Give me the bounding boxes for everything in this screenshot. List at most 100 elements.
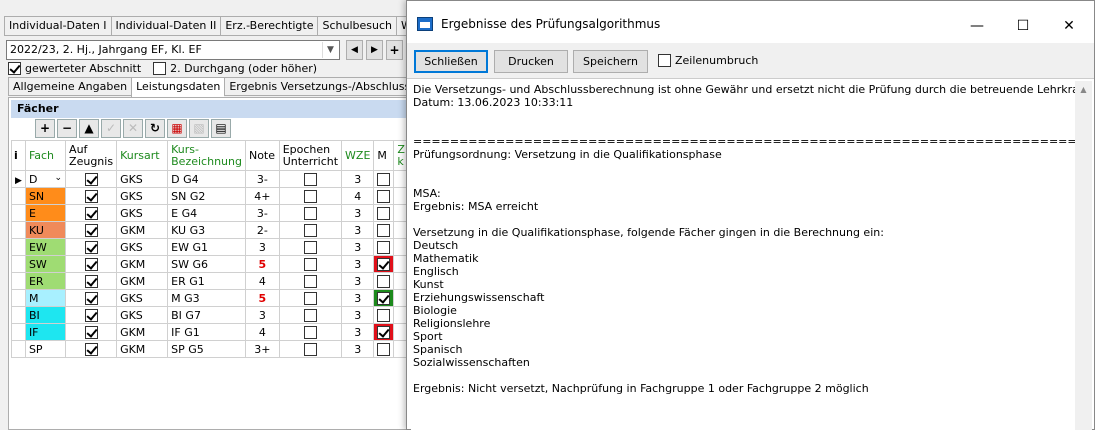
confirm-button[interactable]: ✓: [101, 119, 121, 138]
cell-fach[interactable]: SP: [24, 340, 67, 358]
table-row[interactable]: KU GKM KU G3 2- 3: [11, 221, 409, 239]
m-checkbox[interactable]: [377, 291, 391, 305]
zeugnis-checkbox[interactable]: [84, 274, 98, 288]
gewerteter-abschnitt-checkbox[interactable]: [8, 62, 21, 75]
cell-fach[interactable]: ER: [24, 272, 67, 290]
row-indicator[interactable]: [11, 204, 26, 222]
cell-fach[interactable]: SN: [24, 187, 67, 205]
cell-epochen[interactable]: [278, 323, 343, 341]
zeugnis-checkbox[interactable]: [84, 223, 98, 237]
header-kursbezeichnung[interactable]: Kurs-Bezeichnung: [167, 140, 246, 171]
delete-row-button[interactable]: −: [57, 119, 77, 138]
header-fach[interactable]: Fach: [24, 140, 67, 171]
line-wrap-option[interactable]: Zeilenumbruch: [658, 54, 758, 67]
cell-fach[interactable]: EW: [24, 238, 67, 256]
minimize-icon[interactable]: —: [954, 11, 1000, 41]
epochen-checkbox[interactable]: [303, 274, 317, 288]
epochen-checkbox[interactable]: [303, 257, 317, 271]
scroll-up-icon[interactable]: ▲: [1075, 83, 1092, 97]
row-indicator[interactable]: [11, 306, 26, 324]
cell-note[interactable]: 5: [244, 289, 280, 307]
cell-fach[interactable]: M: [24, 289, 67, 307]
cell-zeugnis[interactable]: [65, 255, 118, 273]
zweiter-durchgang-option[interactable]: 2. Durchgang (oder höher): [153, 62, 317, 75]
zeugnis-checkbox[interactable]: [84, 206, 98, 220]
cell-m[interactable]: [373, 204, 395, 222]
cell-epochen[interactable]: [278, 170, 343, 188]
row-indicator[interactable]: [11, 289, 26, 307]
table-row[interactable]: SP GKM SP G5 3+ 3: [11, 340, 409, 358]
row-indicator[interactable]: [11, 187, 26, 205]
next-period-button[interactable]: ▶: [366, 40, 383, 60]
cell-kursart[interactable]: GKS: [116, 306, 169, 324]
cell-m[interactable]: [373, 170, 395, 188]
cell-m[interactable]: [373, 238, 395, 256]
cell-wze[interactable]: 3: [341, 204, 375, 222]
cell-m[interactable]: [373, 255, 395, 273]
cell-kursbezeichnung[interactable]: M G3: [167, 289, 246, 307]
print-button[interactable]: Drucken: [494, 50, 568, 73]
cell-kursbezeichnung[interactable]: E G4: [167, 204, 246, 222]
table-row[interactable]: BI GKS BI G7 3 3: [11, 306, 409, 324]
cell-kursart[interactable]: GKS: [116, 187, 169, 205]
table-row[interactable]: ▶ D ⌄ GKS D G4 3- 3: [11, 170, 409, 188]
tab-ergebnis-versetzung[interactable]: Ergebnis Versetzungs-/Abschluss-Berechnu…: [224, 77, 410, 96]
cell-note[interactable]: 4: [244, 323, 280, 341]
epochen-checkbox[interactable]: [303, 206, 317, 220]
maximize-icon[interactable]: ☐: [1000, 11, 1046, 41]
zeugnis-checkbox[interactable]: [84, 342, 98, 356]
cell-zeugnis[interactable]: [65, 289, 118, 307]
table-row[interactable]: M GKS M G3 5 3: [11, 289, 409, 307]
cell-wze[interactable]: 3: [341, 221, 375, 239]
cell-epochen[interactable]: [278, 272, 343, 290]
epochen-checkbox[interactable]: [303, 240, 317, 254]
cell-m[interactable]: [373, 323, 395, 341]
table-row[interactable]: E GKS E G4 3- 3: [11, 204, 409, 222]
m-checkbox[interactable]: [377, 189, 391, 203]
row-indicator[interactable]: [11, 238, 26, 256]
cell-zeugnis[interactable]: [65, 306, 118, 324]
cell-wze[interactable]: 3: [341, 272, 375, 290]
cell-zeugnis[interactable]: [65, 323, 118, 341]
epochen-checkbox[interactable]: [303, 342, 317, 356]
copy-icon[interactable]: ▧: [189, 119, 209, 138]
zeugnis-checkbox[interactable]: [84, 240, 98, 254]
zeugnis-checkbox[interactable]: [84, 308, 98, 322]
previous-period-button[interactable]: ◀: [346, 40, 363, 60]
cell-fach[interactable]: D ⌄: [24, 170, 67, 188]
cell-kursart[interactable]: GKS: [116, 289, 169, 307]
header-kursart[interactable]: Kursart: [116, 140, 169, 171]
cell-kursbezeichnung[interactable]: ER G1: [167, 272, 246, 290]
m-checkbox[interactable]: [377, 257, 391, 271]
notes-icon[interactable]: ▤: [211, 119, 231, 138]
cell-kursart[interactable]: GKM: [116, 323, 169, 341]
cell-m[interactable]: [373, 306, 395, 324]
result-output-text[interactable]: Die Versetzungs- und Abschlussberechnung…: [411, 81, 1077, 430]
cell-zeugnis[interactable]: [65, 272, 118, 290]
cell-m[interactable]: [373, 289, 395, 307]
epochen-checkbox[interactable]: [303, 325, 317, 339]
report-icon[interactable]: ▦: [167, 119, 187, 138]
zeugnis-checkbox[interactable]: [84, 189, 98, 203]
zeugnis-checkbox[interactable]: [84, 291, 98, 305]
row-indicator[interactable]: ▶: [11, 170, 26, 188]
cell-wze[interactable]: 3: [341, 340, 375, 358]
cell-fach[interactable]: E: [24, 204, 67, 222]
row-indicator[interactable]: [11, 255, 26, 273]
cell-wze[interactable]: 3: [341, 255, 375, 273]
zweiter-durchgang-checkbox[interactable]: [153, 62, 167, 75]
cell-kursbezeichnung[interactable]: EW G1: [167, 238, 246, 256]
table-row[interactable]: IF GKM IF G1 4 3: [11, 323, 409, 341]
dialog-titlebar[interactable]: Ergebnisse des Prüfungsalgorithmus — ☐ ✕: [407, 1, 1094, 43]
cell-kursbezeichnung[interactable]: BI G7: [167, 306, 246, 324]
cell-note[interactable]: 2-: [244, 221, 280, 239]
zeugnis-checkbox[interactable]: [84, 257, 98, 271]
m-checkbox[interactable]: [377, 240, 391, 254]
refresh-icon[interactable]: ↻: [145, 119, 165, 138]
epochen-checkbox[interactable]: [303, 189, 317, 203]
epochen-checkbox[interactable]: [303, 172, 317, 186]
cell-epochen[interactable]: [278, 289, 343, 307]
cell-kursart[interactable]: GKM: [116, 221, 169, 239]
cell-kursart[interactable]: GKS: [116, 204, 169, 222]
row-indicator[interactable]: [11, 340, 26, 358]
